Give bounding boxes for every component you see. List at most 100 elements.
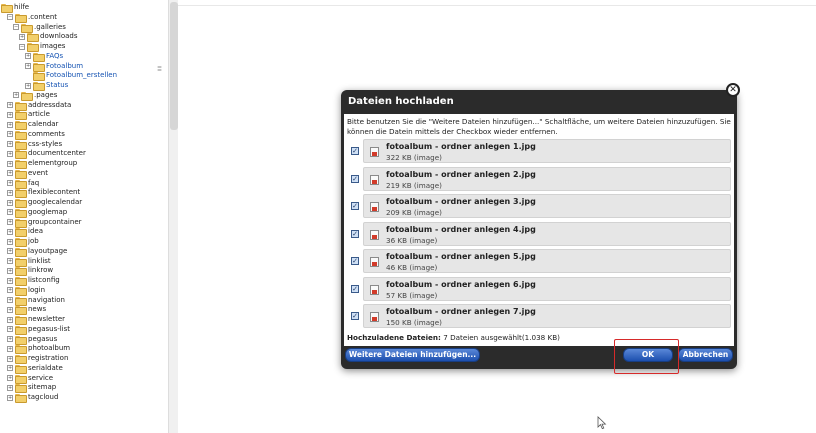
tree-item[interactable]: + layoutpage [7, 247, 67, 257]
tree-item[interactable]: + faq [7, 179, 39, 189]
expand-icon[interactable]: + [7, 150, 13, 157]
tree-item[interactable]: + googlemap [7, 208, 67, 218]
tree-item[interactable]: + elementgroup [7, 159, 77, 169]
file-row: ✓ fotoalbum - ordner anlegen 2.jpg 219 KB … [347, 166, 731, 191]
expand-icon[interactable]: + [7, 219, 13, 225]
collapse-icon[interactable]: − [19, 43, 25, 50]
tree-item[interactable]: + registration [7, 354, 68, 364]
tree-item[interactable]: + documentcenter [7, 149, 86, 160]
tree-item[interactable]: + flexiblecontent [7, 188, 80, 199]
tree-item[interactable]: + photoalbum [7, 344, 70, 355]
tree-item[interactable]: − images [19, 42, 65, 52]
tree-item[interactable]: − .content [7, 12, 58, 23]
expand-icon[interactable]: + [7, 248, 13, 255]
tree-item[interactable]: + navigation [7, 296, 65, 306]
expand-icon[interactable]: + [25, 53, 31, 60]
expand-icon[interactable]: + [7, 287, 13, 294]
expand-icon[interactable]: + [7, 238, 13, 245]
tree-item[interactable]: Fotoalbum_erstellen [25, 71, 117, 82]
tree-item[interactable]: + login [7, 286, 45, 296]
tree-item[interactable]: + Status [25, 81, 68, 91]
file-row: ✓ fotoalbum - ordner anlegen 5.jpg 46 KB (… [347, 249, 731, 273]
tree-item[interactable]: + article [7, 110, 50, 121]
file-checkbox[interactable]: ✓ [351, 147, 359, 155]
tree-item[interactable]: hilfe [1, 3, 29, 13]
expand-icon[interactable]: + [7, 160, 13, 167]
file-checkbox[interactable]: ✓ [351, 174, 359, 183]
expand-icon[interactable]: + [7, 345, 13, 352]
expand-icon[interactable]: + [7, 258, 13, 264]
file-checkbox[interactable]: ✓ [351, 284, 359, 293]
tree-item[interactable]: + service [7, 374, 53, 384]
tree-item[interactable]: + pegasus [7, 335, 57, 345]
expand-icon[interactable]: + [7, 170, 13, 177]
tree-item-label: .galleries [34, 22, 66, 31]
expand-icon[interactable]: + [7, 394, 13, 401]
tree-item[interactable]: + serialdate [7, 364, 63, 374]
expand-icon[interactable]: + [13, 92, 19, 99]
expand-icon[interactable]: + [7, 199, 13, 206]
expand-icon[interactable]: + [7, 336, 13, 342]
tree-item[interactable]: + listconfig [7, 276, 60, 286]
add-more-files-button[interactable]: Weitere Dateien hinzufügen... [345, 348, 480, 362]
file-checkbox[interactable]: ✓ [351, 229, 359, 238]
main-top-divider [178, 5, 816, 6]
expand-icon[interactable]: + [7, 306, 13, 313]
tree-item[interactable]: + css-styles [7, 140, 62, 150]
tree-item[interactable]: + pegasus-list [7, 325, 70, 335]
tree-item[interactable]: + FAQs [25, 52, 63, 62]
tree-item[interactable]: + news [7, 305, 46, 316]
expand-icon[interactable]: + [7, 267, 13, 274]
tree-item[interactable]: − .galleries [13, 22, 66, 33]
collapse-icon[interactable]: − [13, 24, 19, 30]
expand-icon[interactable]: + [7, 316, 13, 323]
tree-item[interactable]: + Fotoalbum [25, 62, 83, 72]
expand-icon[interactable]: + [7, 102, 13, 108]
expand-icon[interactable]: + [7, 209, 13, 216]
resize-grip-icon[interactable]: = = [157, 65, 163, 76]
tree-item-label: linklist [28, 256, 51, 265]
expand-icon[interactable]: + [7, 121, 13, 128]
tree-item-label: .content [28, 12, 58, 21]
tree-item[interactable]: + .pages [13, 91, 57, 101]
expand-icon[interactable]: + [7, 141, 13, 147]
expand-icon[interactable]: + [7, 384, 13, 391]
cancel-button[interactable]: Abbrechen [678, 348, 733, 362]
expand-icon[interactable]: + [7, 131, 13, 138]
file-checkbox[interactable]: ✓ [351, 257, 359, 265]
expand-icon[interactable]: + [7, 228, 13, 235]
tree-item[interactable]: + addressdata [7, 101, 71, 111]
expand-icon[interactable]: + [7, 111, 13, 118]
file-checkbox[interactable]: ✓ [351, 202, 359, 210]
tree-scrollbar-thumb[interactable] [170, 2, 178, 130]
tree-item[interactable]: + googlecalendar [7, 198, 82, 208]
tree-item[interactable]: + linkrow [7, 266, 53, 277]
expand-icon[interactable]: + [7, 180, 13, 186]
tree-item[interactable]: + tagcloud [7, 393, 58, 403]
tree-item[interactable]: + groupcontainer [7, 218, 82, 228]
expand-icon[interactable]: + [7, 189, 13, 196]
expand-icon[interactable]: + [7, 277, 13, 284]
close-icon[interactable]: ✕ [726, 83, 740, 97]
image-file-icon [370, 202, 379, 212]
tree-item[interactable]: + newsletter [7, 315, 65, 325]
expand-icon[interactable]: + [25, 82, 31, 89]
file-checkbox[interactable]: ✓ [351, 312, 359, 320]
collapse-icon[interactable]: − [7, 14, 13, 21]
tree-item[interactable]: + sitemap [7, 383, 56, 394]
tree-item[interactable]: + event [7, 169, 48, 179]
tree-item[interactable]: + job [7, 237, 39, 247]
expand-icon[interactable]: + [7, 297, 13, 303]
expand-icon[interactable]: + [25, 63, 31, 69]
tree-item[interactable]: + idea [7, 227, 43, 238]
tree-item[interactable]: + downloads [19, 32, 78, 43]
tree-item[interactable]: + calendar [7, 120, 58, 130]
expand-icon[interactable]: + [19, 33, 25, 40]
expand-icon[interactable]: + [7, 375, 13, 381]
expand-icon[interactable]: + [7, 326, 13, 333]
tree-item[interactable]: + comments [7, 130, 65, 140]
tree-item[interactable]: + linklist [7, 256, 51, 267]
expand-icon[interactable]: + [7, 365, 13, 372]
expand-icon[interactable]: + [7, 355, 13, 362]
tree-scrollbar[interactable] [168, 0, 178, 433]
